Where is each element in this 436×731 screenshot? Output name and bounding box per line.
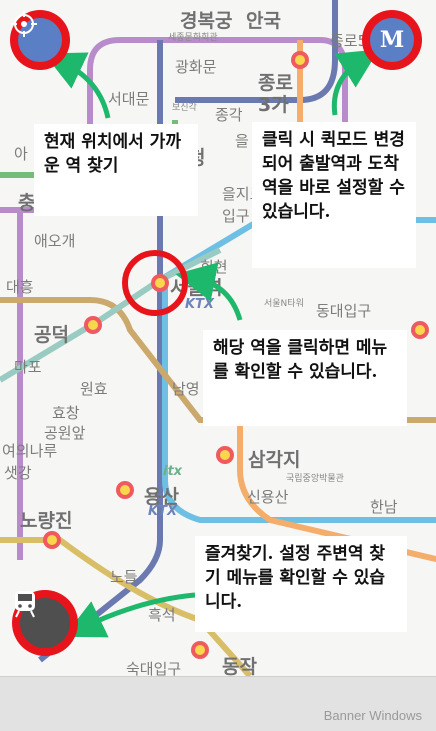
subway-map[interactable]: 경복궁 안국 세종문화회관 광화문 서대문 종로 3가 보신각 종각 종로5가 … <box>0 0 436 676</box>
callout-menu: 즐겨찾기. 설정 주변역 찾기 메뉴를 확인할 수 있습니다. <box>195 536 407 632</box>
locate-button[interactable] <box>11 11 62 62</box>
callout-station: 해당 역을 클릭하면 메뉴를 확인할 수 있습니다. <box>203 330 407 426</box>
banner-label: Banner Windows <box>323 708 422 723</box>
callout-quickmode: 클릭 시 퀵모드 변경되어 출발역과 도착역을 바로 설정할 수 있습니다. <box>252 122 416 268</box>
menu-button-ring[interactable] <box>12 590 78 656</box>
crosshair-icon <box>11 11 37 37</box>
locate-button-ring[interactable] <box>10 10 70 70</box>
callout-locate: 현재 위치에서 가까운 역 찾기 <box>34 124 198 216</box>
train-icon <box>15 591 35 618</box>
highlight-ring-station <box>122 250 188 316</box>
menu-button[interactable] <box>15 591 70 648</box>
banner-ad[interactable]: Banner Windows <box>0 676 436 731</box>
quickmode-button-ring[interactable]: M <box>362 10 422 70</box>
quickmode-button[interactable]: M <box>370 18 414 62</box>
